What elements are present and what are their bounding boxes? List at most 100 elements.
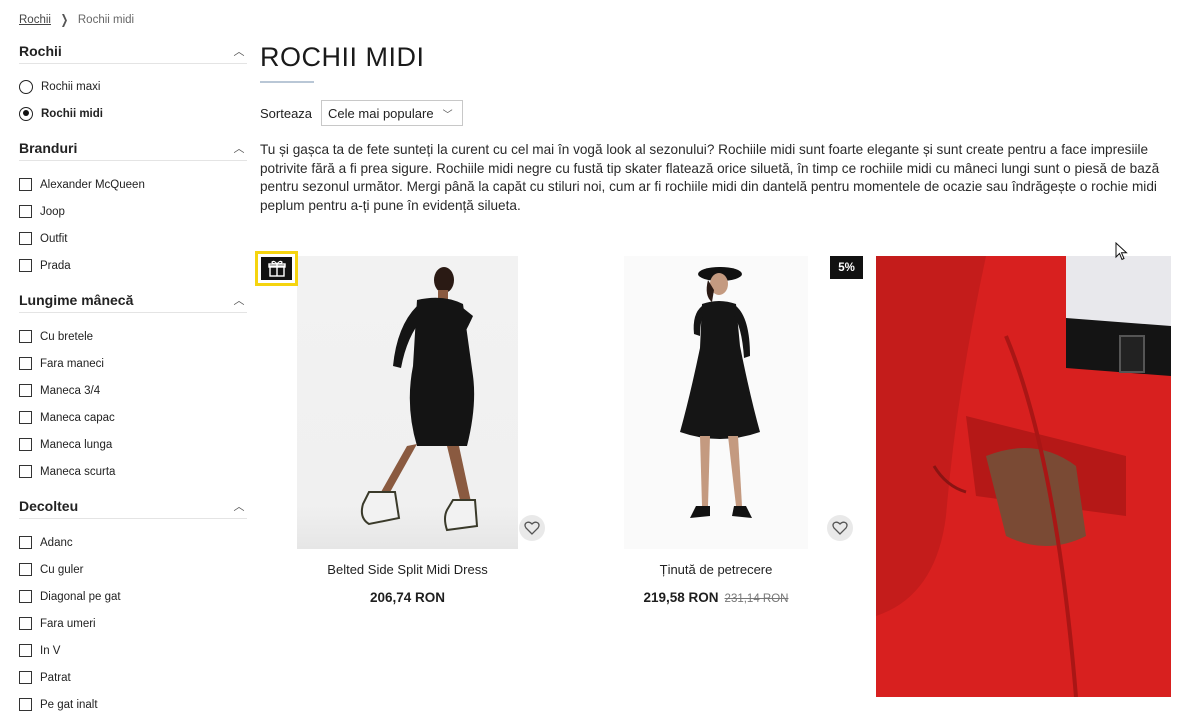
- option-label: Adanc: [40, 536, 73, 549]
- chevron-up-icon[interactable]: ︿: [231, 140, 247, 156]
- filter-option-fara-umeri[interactable]: Fara umeri: [19, 610, 247, 637]
- option-label: Rochii midi: [41, 107, 103, 120]
- breadcrumb-link-rochii[interactable]: Rochii: [19, 14, 51, 26]
- old-price: 231,14 RON: [724, 593, 789, 605]
- option-label: Alexander McQueen: [40, 178, 145, 191]
- filter-option-adanc[interactable]: Adanc: [19, 529, 247, 556]
- promo-photo-red-suit: [876, 256, 1171, 697]
- filter-option-joop[interactable]: Joop: [19, 198, 247, 225]
- option-label: Joop: [40, 205, 65, 218]
- filter-option-alexander-mcqueen[interactable]: Alexander McQueen: [19, 171, 247, 198]
- filter-sidebar: Rochii ︿ Rochii maxi Rochii midi Brandur…: [19, 40, 247, 711]
- product-price: 206,74 RON: [297, 590, 518, 605]
- checkbox[interactable]: [19, 205, 32, 218]
- checkbox[interactable]: [19, 563, 32, 576]
- discount-badge: 5%: [830, 256, 863, 279]
- filter-option-rochii-midi[interactable]: Rochii midi: [19, 100, 247, 127]
- checkbox[interactable]: [19, 536, 32, 549]
- filter-header-branduri[interactable]: Branduri ︿: [19, 137, 247, 161]
- checkbox[interactable]: [19, 259, 32, 272]
- filter-section-rochii: Rochii ︿ Rochii maxi Rochii midi: [19, 40, 247, 127]
- filter-option-in-v[interactable]: In V: [19, 637, 247, 664]
- gift-icon: [261, 257, 292, 280]
- filter-title: Branduri: [19, 139, 78, 156]
- breadcrumb-current: Rochii midi: [77, 14, 135, 26]
- filter-section-branduri: Branduri ︿ Alexander McQueen Joop Outfit…: [19, 137, 247, 279]
- chevron-up-icon[interactable]: ︿: [231, 498, 247, 514]
- heart-icon[interactable]: [519, 515, 545, 541]
- product-name[interactable]: Ținută de petrecere: [624, 562, 808, 577]
- checkbox[interactable]: [19, 232, 32, 245]
- filter-option-outfit[interactable]: Outfit: [19, 225, 247, 252]
- main-content: ROCHII MIDI Sorteaza Cele mai populare ﹀…: [260, 40, 1180, 213]
- filter-section-decolteu: Decolteu ︿ Adanc Cu guler Diagonal pe ga…: [19, 495, 247, 711]
- filter-header-rochii[interactable]: Rochii ︿: [19, 40, 247, 64]
- option-label: Diagonal pe gat: [40, 590, 121, 603]
- product-card[interactable]: Belted Side Split Midi Dress 206,74 RON: [297, 256, 518, 605]
- filter-title: Lungime mânecă: [19, 291, 134, 308]
- checkbox[interactable]: [19, 178, 32, 191]
- sort-control: Sorteaza Cele mai populare ﹀: [260, 100, 463, 126]
- filter-option-fara-maneci[interactable]: Fara maneci: [19, 350, 247, 377]
- option-label: Cu guler: [40, 563, 84, 576]
- filter-option-maneca-3-4[interactable]: Maneca 3/4: [19, 377, 247, 404]
- page-title: ROCHII MIDI: [260, 42, 425, 72]
- option-label: Maneca lunga: [40, 438, 113, 451]
- product-card[interactable]: Ținută de petrecere 219,58 RON 231,14 RON: [624, 256, 808, 605]
- option-label: In V: [40, 644, 61, 657]
- checkbox[interactable]: [19, 698, 32, 711]
- filter-option-patrat[interactable]: Patrat: [19, 664, 247, 691]
- option-label: Outfit: [40, 232, 68, 245]
- option-label: Maneca scurta: [40, 465, 116, 478]
- filter-title: Rochii: [19, 42, 62, 59]
- option-label: Maneca 3/4: [40, 384, 101, 397]
- mouse-cursor-icon: [1115, 242, 1128, 261]
- filter-option-rochii-maxi[interactable]: Rochii maxi: [19, 73, 247, 100]
- option-label: Patrat: [40, 671, 71, 684]
- filter-option-cu-bretele[interactable]: Cu bretele: [19, 323, 247, 350]
- checkbox[interactable]: [19, 411, 32, 424]
- option-label: Maneca capac: [40, 411, 115, 424]
- filter-option-maneca-lunga[interactable]: Maneca lunga: [19, 431, 247, 458]
- checkbox[interactable]: [19, 617, 32, 630]
- checkbox[interactable]: [19, 590, 32, 603]
- gift-badge: [255, 251, 298, 286]
- category-description: Tu și gașca ta de fete sunteți la curent…: [260, 142, 1160, 213]
- checkbox[interactable]: [19, 330, 32, 343]
- product-photo-dress-model: [360, 267, 479, 532]
- radio-button[interactable]: [19, 79, 33, 94]
- filter-option-diagonal-pe-gat[interactable]: Diagonal pe gat: [19, 583, 247, 610]
- checkbox[interactable]: [19, 671, 32, 684]
- checkbox[interactable]: [19, 644, 32, 657]
- sort-selected-value: Cele mai populare: [328, 105, 434, 121]
- filter-header-decolteu[interactable]: Decolteu ︿: [19, 495, 247, 519]
- heart-icon[interactable]: [827, 515, 853, 541]
- filter-option-cu-guler[interactable]: Cu guler: [19, 556, 247, 583]
- chevron-right-icon: ❯: [60, 12, 69, 27]
- checkbox[interactable]: [19, 438, 32, 451]
- filter-option-maneca-capac[interactable]: Maneca capac: [19, 404, 247, 431]
- chevron-up-icon[interactable]: ︿: [231, 292, 247, 308]
- option-label: Prada: [40, 259, 71, 272]
- promo-banner-image[interactable]: [876, 256, 1171, 697]
- option-label: Pe gat inalt: [40, 698, 98, 711]
- product-image[interactable]: [297, 256, 518, 549]
- radio-button-selected[interactable]: [19, 106, 33, 121]
- checkbox[interactable]: [19, 465, 32, 478]
- product-photo-dress-model: [680, 267, 760, 518]
- current-price: 219,58 RON: [643, 590, 719, 605]
- filter-option-prada[interactable]: Prada: [19, 252, 247, 279]
- filter-option-maneca-scurta[interactable]: Maneca scurta: [19, 458, 247, 485]
- sort-dropdown[interactable]: Cele mai populare ﹀: [321, 100, 463, 126]
- chevron-down-icon: ﹀: [442, 109, 453, 121]
- filter-option-pe-gat-inalt[interactable]: Pe gat inalt: [19, 691, 247, 711]
- title-underline: [260, 81, 314, 83]
- checkbox[interactable]: [19, 357, 32, 370]
- product-image[interactable]: [624, 256, 808, 549]
- product-name[interactable]: Belted Side Split Midi Dress: [297, 562, 518, 577]
- filter-header-lungime-maneca[interactable]: Lungime mânecă ︿: [19, 289, 247, 313]
- current-price: 206,74 RON: [369, 590, 446, 605]
- chevron-up-icon[interactable]: ︿: [231, 43, 247, 59]
- checkbox[interactable]: [19, 384, 32, 397]
- option-label: Rochii maxi: [41, 80, 101, 93]
